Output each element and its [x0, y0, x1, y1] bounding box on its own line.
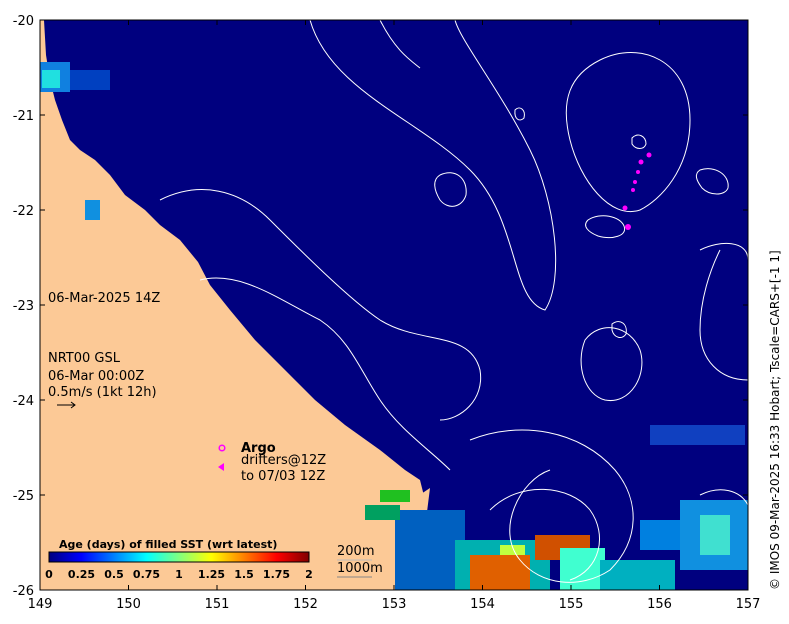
- lon-tick-label: 150: [116, 597, 141, 612]
- colorbar-tick-label: 1: [175, 568, 183, 581]
- colorbar-tick-label: 2: [305, 568, 313, 581]
- colorbar-tick-label: 0.75: [133, 568, 160, 581]
- colorbar-title: Age (days) of filled SST (wrt latest): [59, 538, 277, 551]
- colorbar-ticks: 0 0.25 0.5 0.75 1 1.25 1.5 1.75 2: [45, 568, 313, 581]
- lat-tick-label: -24: [13, 394, 34, 409]
- copyright-note: © IMOS 09-Mar-2025 16:33 Hobart; Tscale=…: [768, 250, 782, 590]
- lat-tick-label: -21: [13, 109, 34, 124]
- colorbar-tick-label: 0: [45, 568, 53, 581]
- colorbar-gradient: [48, 551, 310, 563]
- colorbar-tick-label: 1.25: [198, 568, 225, 581]
- lon-tick-label: 156: [647, 597, 672, 612]
- date-label: 06-Mar-2025 14Z: [48, 291, 160, 306]
- lat-tick-label: -23: [13, 299, 34, 314]
- lon-tick-label: 155: [559, 597, 584, 612]
- vector-scale-label: 0.5m/s (1kt 12h): [48, 385, 157, 400]
- colorbar-tick-label: 1.75: [263, 568, 290, 581]
- lon-tick-label: 157: [736, 597, 761, 612]
- product-time-label: 06-Mar 00:00Z: [48, 369, 144, 384]
- isobath-1000-label: 1000m: [337, 561, 383, 576]
- lat-tick-label: -26: [13, 584, 34, 599]
- age-colorbar: [48, 551, 310, 563]
- colorbar-tick-label: 0.5: [104, 568, 124, 581]
- drifters-legend-sub: to 07/03 12Z: [241, 469, 325, 484]
- colorbar-tick-label: 1.5: [234, 568, 254, 581]
- lon-tick-label: 149: [28, 597, 53, 612]
- lat-tick-label: -22: [13, 204, 34, 219]
- lat-tick-label: -25: [13, 489, 34, 504]
- drifters-legend-label: drifters@12Z: [241, 453, 326, 468]
- sst-map: 149 150 151 152 153 154 155 156 157 -20 -21 -22 -23…: [13, 14, 761, 612]
- lon-tick-label: 151: [205, 597, 230, 612]
- lon-tick-label: 153: [382, 597, 407, 612]
- lat-tick-label: -20: [13, 14, 34, 29]
- product-label: NRT00 GSL: [48, 351, 121, 366]
- colorbar-tick-label: 0.25: [68, 568, 95, 581]
- lon-tick-label: 154: [470, 597, 495, 612]
- lon-tick-label: 152: [293, 597, 318, 612]
- isobath-200-label: 200m: [337, 544, 374, 559]
